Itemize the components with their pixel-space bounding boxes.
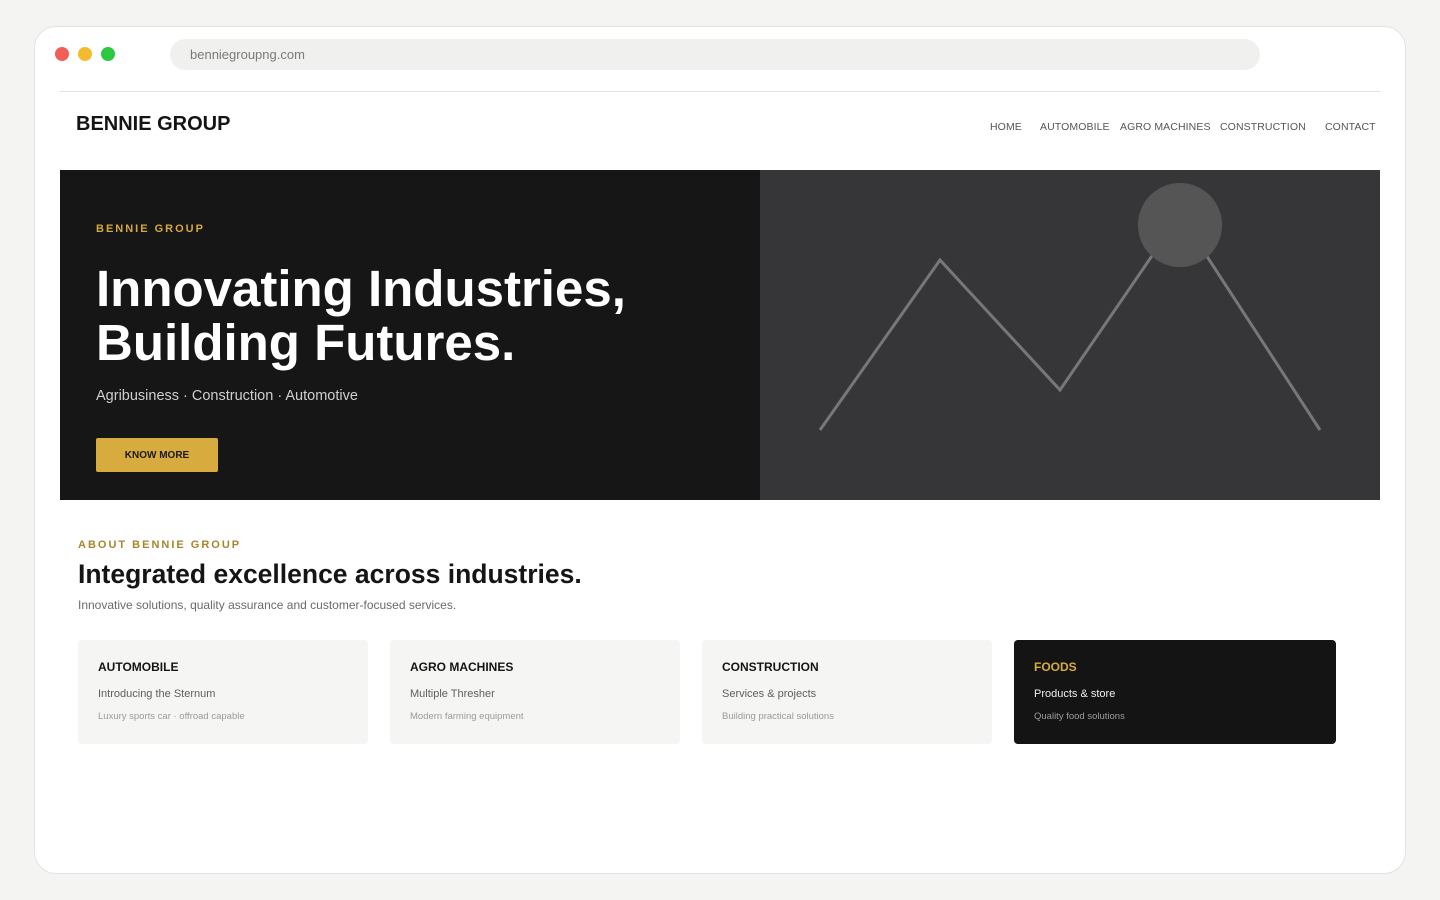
hero-section: BENNIE GROUP Innovating Industries, Buil… [60,170,1380,500]
card-description: Building practical solutions [722,711,834,722]
card-headline: Multiple Thresher [410,688,495,700]
browser-window: benniegroupng.com BENNIE GROUP HOME AUTO… [34,26,1406,874]
sun-circle-front [1138,183,1222,267]
card-description: Modern farming equipment [410,711,524,722]
card-title: AGRO MACHINES [410,660,514,674]
close-window-button[interactable] [55,47,69,61]
hero-title-line-2: Building Futures. [96,314,516,371]
card-agro-machines[interactable]: AGRO MACHINES Multiple Thresher Modern f… [390,640,680,744]
nav-agro-machines[interactable]: AGRO MACHINES [1120,121,1211,133]
card-foods[interactable]: FOODS Products & store Quality food solu… [1014,640,1336,744]
card-headline: Introducing the Sternum [98,688,216,700]
card-description: Luxury sports car · offroad capable [98,711,245,722]
address-bar[interactable]: benniegroupng.com [170,39,1260,70]
card-construction[interactable]: CONSTRUCTION Services & projects Buildin… [702,640,992,744]
card-description: Quality food solutions [1034,711,1125,722]
nav-contact[interactable]: CONTACT [1325,121,1376,133]
nav-automobile[interactable]: AUTOMOBILE [1040,121,1110,133]
about-title: Integrated excellence across industries. [78,559,582,589]
site-logo[interactable]: BENNIE GROUP [76,113,230,136]
nav-home[interactable]: HOME [990,121,1022,133]
mountain-image-placeholder-icon [818,183,1322,431]
toolbar-divider [60,91,1380,92]
card-title: AUTOMOBILE [98,660,179,674]
nav-construction[interactable]: CONSTRUCTION [1220,121,1306,133]
know-more-button[interactable]: KNOW MORE [96,438,218,472]
about-subtitle: Innovative solutions, quality assurance … [78,598,457,612]
hero-subtitle: Agribusiness · Construction · Automotive [96,388,358,404]
maximize-window-button[interactable] [101,47,115,61]
card-headline: Services & projects [722,688,817,700]
card-headline: Products & store [1034,688,1116,700]
about-eyebrow: ABOUT BENNIE GROUP [78,539,242,551]
minimize-window-button[interactable] [78,47,92,61]
hero-image-placeholder [760,170,1380,500]
hero-title-line-1: Innovating Industries, [96,260,626,317]
hero-eyebrow: BENNIE GROUP [96,223,205,235]
card-automobile[interactable]: AUTOMOBILE Introducing the Sternum Luxur… [78,640,368,744]
hero-title: Innovating Industries, Building Futures. [96,262,736,370]
card-title: FOODS [1034,660,1077,674]
card-title: CONSTRUCTION [722,660,819,674]
mountain-line [818,212,1322,431]
